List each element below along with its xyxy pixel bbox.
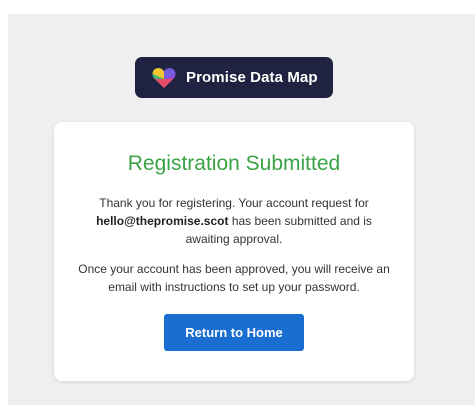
brand-badge[interactable]: Promise Data Map: [135, 57, 333, 98]
approval-note: Once your account has been approved, you…: [78, 262, 390, 294]
confirmation-message: Thank you for registering. Your account …: [74, 194, 394, 248]
brand-name: Promise Data Map: [186, 69, 318, 86]
heart-logo-icon: [152, 67, 176, 89]
registered-email: hello@thepromise.scot: [96, 214, 229, 228]
page-title: Registration Submitted: [127, 152, 341, 175]
return-to-home-button[interactable]: Return to Home: [164, 314, 304, 351]
registration-card: Registration Submitted Thank you for reg…: [54, 122, 414, 381]
message-prefix: Thank you for registering. Your account …: [99, 196, 369, 210]
